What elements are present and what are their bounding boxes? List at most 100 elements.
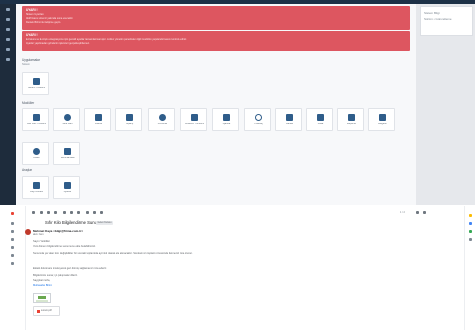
right-sidebar: Sistem Bilgi Sürüm • Güncelleme (416, 4, 475, 205)
chevron-down-icon[interactable] (11, 262, 14, 265)
screenshot: UYARI ! Sistem Uyarıları Aktif lisans sü… (0, 0, 475, 330)
pdf-icon (37, 310, 40, 313)
mail-body-line: Yeni dönem bilgilendirme sunumunu ekte b… (33, 245, 96, 248)
compose-icon[interactable] (11, 212, 14, 215)
tile-label: Puantaj (254, 123, 263, 125)
alert-title: UYARI ! (26, 33, 38, 37)
tile-label: Banka (286, 123, 293, 125)
tile-label: Kasa (317, 123, 324, 125)
info-panel-line: Sürüm • Güncelleme (424, 17, 452, 21)
clock-icon[interactable] (70, 211, 73, 214)
mail-body-line: Sayın Yetkililer, (33, 240, 51, 243)
tasks-icon[interactable] (469, 222, 472, 225)
tile-label: Stok Kartı (62, 123, 73, 125)
attachment-chip[interactable]: sunum.pdf (33, 306, 60, 316)
back-icon[interactable] (32, 211, 35, 214)
alert-line: Sistem Uyarıları (26, 13, 44, 16)
document-icon (33, 78, 40, 85)
add-icon[interactable] (469, 238, 472, 241)
document-icon[interactable] (6, 38, 10, 41)
module-tile[interactable]: Belgeler (368, 108, 395, 131)
tile-label: Analiz (33, 157, 40, 159)
star-icon[interactable] (11, 230, 14, 233)
admin-sidebar (0, 4, 16, 205)
alert-line: E-Fatura ve E-Arşiv entegrasyonu için ge… (26, 38, 187, 41)
info-panel-title: Sistem Bilgi (424, 11, 440, 15)
tile-label: Cari Kart Yönetimi (26, 123, 47, 125)
module-tile[interactable]: Kullanıcı Yönetimi (180, 108, 207, 131)
module-tile[interactable]: Analiz (22, 142, 49, 165)
folder-icon[interactable] (86, 211, 89, 214)
menu-icon[interactable] (6, 18, 10, 21)
draft-icon[interactable] (11, 254, 14, 257)
task-icon[interactable] (77, 211, 80, 214)
module-tile[interactable]: Puantaj (244, 108, 271, 131)
table-icon (64, 148, 71, 155)
alert-title: UYARI ! (26, 8, 38, 12)
order-icon (126, 114, 133, 121)
info-panel: Sistem Bilgi Sürüm • Güncelleme (420, 6, 473, 36)
tile-label: Ayarlar (63, 191, 72, 193)
module-tile[interactable]: Cari Kart Yönetimi (22, 108, 49, 131)
module-tile[interactable]: Ajanda (212, 108, 239, 131)
page-indicator: 1 / 2 (400, 211, 405, 214)
module-tile[interactable]: Stok Kartı (53, 108, 80, 131)
tool-tile[interactable]: Ayarlar (53, 176, 80, 199)
section-subtitle: Sistem (22, 63, 30, 66)
module-tile[interactable]: Banka (275, 108, 302, 131)
tile-label: Ajanda (222, 123, 231, 125)
label-icon[interactable] (93, 211, 96, 214)
attachment-name: sunum.pdf (41, 310, 52, 312)
module-tile[interactable]: Kasa (306, 108, 333, 131)
tile-label: Fatura (95, 123, 102, 125)
tile-label: Raporlar (346, 123, 357, 125)
mail-side-panel (464, 206, 475, 330)
module-tile[interactable]: Personel (148, 108, 175, 131)
mail-body-line: Muhasebe Birimi (33, 284, 53, 287)
trash-icon[interactable] (54, 211, 57, 214)
chevron-left-icon[interactable] (416, 211, 419, 214)
mail-toolbar: 1 / 2 (26, 209, 464, 217)
clock-icon[interactable] (11, 238, 14, 241)
keep-icon[interactable] (469, 214, 472, 217)
mail-body-line: Saygılarımızla, (33, 279, 51, 282)
module-tile[interactable]: Raporlar (337, 108, 364, 131)
home-icon[interactable] (6, 8, 10, 11)
mail-sidebar (0, 206, 26, 330)
chart-icon (348, 114, 355, 121)
invoice-icon (95, 114, 102, 121)
chart-icon[interactable] (6, 58, 10, 61)
section-title: Araçlar (22, 168, 33, 172)
mail-icon[interactable] (63, 211, 66, 214)
tile-label: Sistem Yönetimi (27, 87, 46, 89)
more-icon[interactable] (100, 211, 103, 214)
user-icon (191, 114, 198, 121)
app-tile[interactable]: Sistem Yönetimi (22, 72, 49, 95)
alert-line: Destek Birimi ile iletişime geçin. (26, 21, 62, 24)
tool-tile[interactable]: Kayıt Listesi (22, 176, 49, 199)
signature-image (33, 293, 51, 303)
cash-icon (317, 114, 324, 121)
mail-body-line: Ekteki dokümanı inceleyerek geri dönüş s… (33, 267, 107, 270)
spam-icon[interactable] (47, 211, 50, 214)
gear-icon[interactable] (6, 48, 10, 51)
calendar-icon (223, 114, 230, 121)
module-tile[interactable]: Sipariş (115, 108, 142, 131)
tile-label: Sipariş (125, 123, 134, 125)
contacts-icon[interactable] (469, 230, 472, 233)
chevron-right-icon[interactable] (423, 211, 426, 214)
mail-subject: Sıfır Kilo Bilgilendirme Sunumu (45, 220, 103, 225)
box-icon (64, 114, 71, 121)
module-tile[interactable]: Fatura (84, 108, 111, 131)
tile-label: Kayıt Listesi (30, 191, 43, 193)
tile-label: Personel (157, 123, 168, 125)
archive-icon[interactable] (40, 211, 43, 214)
pie-icon (33, 148, 40, 155)
inbox-label-chip[interactable]: Gelen Kutusu (96, 221, 113, 225)
clock-icon (255, 114, 262, 121)
alert-banner: UYARI ! E-Fatura ve E-Arşiv entegrasyonu… (22, 31, 410, 51)
users-icon[interactable] (6, 28, 10, 31)
module-tile[interactable]: Tanımlamalar (53, 142, 80, 165)
inbox-icon[interactable] (11, 222, 14, 225)
send-icon[interactable] (11, 246, 14, 249)
